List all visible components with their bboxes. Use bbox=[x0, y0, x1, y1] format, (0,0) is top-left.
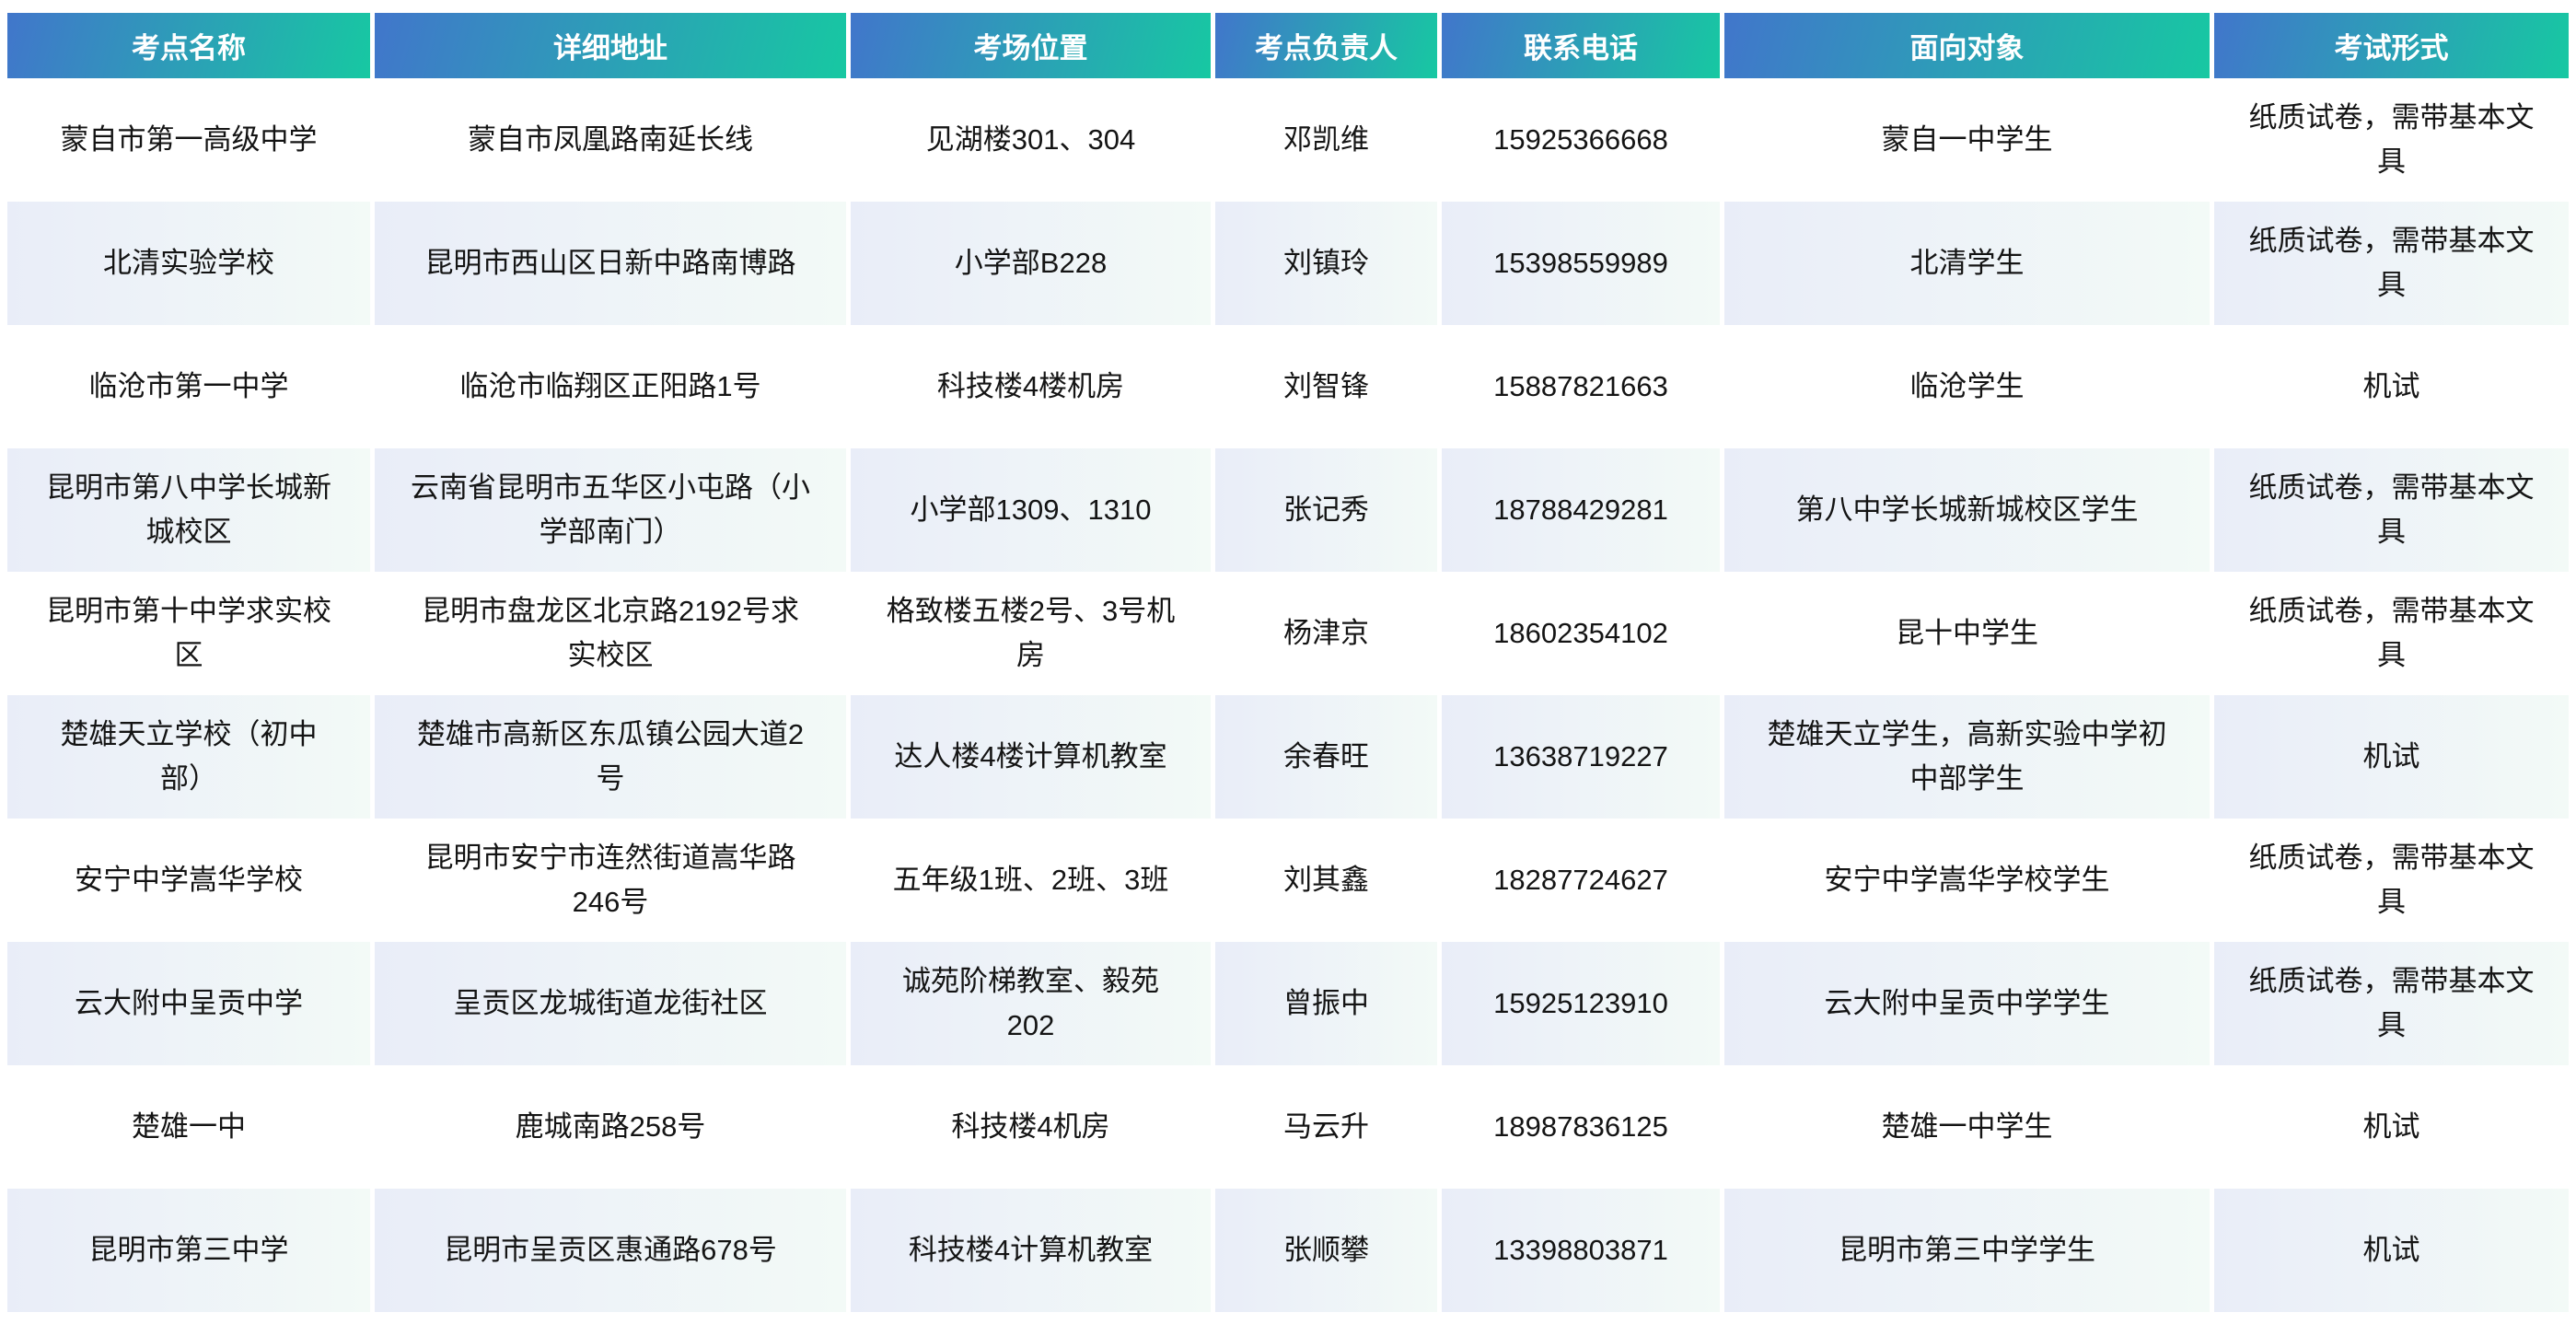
cell-address: 昆明市西山区日新中路南博路 bbox=[375, 202, 846, 325]
cell-room-location: 见湖楼301、304 bbox=[851, 78, 1211, 202]
cell-site-name: 楚雄一中 bbox=[7, 1065, 370, 1189]
cell-audience: 昆十中学生 bbox=[1724, 572, 2210, 695]
cell-audience: 临沧学生 bbox=[1724, 325, 2210, 448]
cell-address: 临沧市临翔区正阳路1号 bbox=[375, 325, 846, 448]
cell-audience: 北清学生 bbox=[1724, 202, 2210, 325]
cell-phone: 15398559989 bbox=[1442, 202, 1720, 325]
cell-person-in-charge: 杨津京 bbox=[1215, 572, 1437, 695]
cell-exam-format: 纸质试卷，需带基本文具 bbox=[2214, 819, 2569, 942]
cell-room-location: 小学部B228 bbox=[851, 202, 1211, 325]
cell-audience: 楚雄一中学生 bbox=[1724, 1065, 2210, 1189]
cell-address: 昆明市呈贡区惠通路678号 bbox=[375, 1189, 846, 1312]
cell-room-location: 格致楼五楼2号、3号机房 bbox=[851, 572, 1211, 695]
table-row: 安宁中学嵩华学校 昆明市安宁市连然街道嵩华路246号 五年级1班、2班、3班 刘… bbox=[7, 819, 2569, 942]
column-header-phone: 联系电话 bbox=[1442, 13, 1720, 78]
cell-person-in-charge: 邓凯维 bbox=[1215, 78, 1437, 202]
cell-phone: 18788429281 bbox=[1442, 448, 1720, 572]
table-row: 楚雄天立学校（初中部） 楚雄市高新区东瓜镇公园大道2号 达人楼4楼计算机教室 余… bbox=[7, 695, 2569, 819]
cell-site-name: 昆明市第八中学长城新城校区 bbox=[7, 448, 370, 572]
column-header-audience: 面向对象 bbox=[1724, 13, 2210, 78]
cell-site-name: 昆明市第三中学 bbox=[7, 1189, 370, 1312]
table-row: 昆明市第八中学长城新城校区 云南省昆明市五华区小屯路（小学部南门） 小学部130… bbox=[7, 448, 2569, 572]
cell-phone: 13398803871 bbox=[1442, 1189, 1720, 1312]
table-header: 考点名称 详细地址 考场位置 考点负责人 联系电话 面向对象 考试形式 bbox=[7, 13, 2569, 78]
cell-person-in-charge: 马云升 bbox=[1215, 1065, 1437, 1189]
cell-person-in-charge: 刘镇玲 bbox=[1215, 202, 1437, 325]
cell-exam-format: 机试 bbox=[2214, 1189, 2569, 1312]
cell-address: 昆明市安宁市连然街道嵩华路246号 bbox=[375, 819, 846, 942]
cell-person-in-charge: 余春旺 bbox=[1215, 695, 1437, 819]
cell-address: 呈贡区龙城街道龙街社区 bbox=[375, 942, 846, 1065]
cell-exam-format: 纸质试卷，需带基本文具 bbox=[2214, 202, 2569, 325]
cell-site-name: 楚雄天立学校（初中部） bbox=[7, 695, 370, 819]
cell-phone: 13638719227 bbox=[1442, 695, 1720, 819]
cell-room-location: 科技楼4机房 bbox=[851, 1065, 1211, 1189]
table-row: 楚雄一中 鹿城南路258号 科技楼4机房 马云升 18987836125 楚雄一… bbox=[7, 1065, 2569, 1189]
cell-phone: 18602354102 bbox=[1442, 572, 1720, 695]
cell-address: 昆明市盘龙区北京路2192号求实校区 bbox=[375, 572, 846, 695]
cell-exam-format: 纸质试卷，需带基本文具 bbox=[2214, 78, 2569, 202]
cell-site-name: 蒙自市第一高级中学 bbox=[7, 78, 370, 202]
cell-room-location: 科技楼4楼机房 bbox=[851, 325, 1211, 448]
cell-phone: 15925366668 bbox=[1442, 78, 1720, 202]
cell-room-location: 达人楼4楼计算机教室 bbox=[851, 695, 1211, 819]
table-row: 昆明市第三中学 昆明市呈贡区惠通路678号 科技楼4计算机教室 张顺攀 1339… bbox=[7, 1189, 2569, 1312]
cell-address: 鹿城南路258号 bbox=[375, 1065, 846, 1189]
cell-site-name: 昆明市第十中学求实校区 bbox=[7, 572, 370, 695]
column-header-exam-format: 考试形式 bbox=[2214, 13, 2569, 78]
cell-phone: 15887821663 bbox=[1442, 325, 1720, 448]
cell-person-in-charge: 张顺攀 bbox=[1215, 1189, 1437, 1312]
cell-address: 云南省昆明市五华区小屯路（小学部南门） bbox=[375, 448, 846, 572]
cell-exam-format: 纸质试卷，需带基本文具 bbox=[2214, 448, 2569, 572]
cell-person-in-charge: 曾振中 bbox=[1215, 942, 1437, 1065]
cell-room-location: 小学部1309、1310 bbox=[851, 448, 1211, 572]
cell-audience: 第八中学长城新城校区学生 bbox=[1724, 448, 2210, 572]
cell-site-name: 安宁中学嵩华学校 bbox=[7, 819, 370, 942]
cell-site-name: 云大附中呈贡中学 bbox=[7, 942, 370, 1065]
cell-address: 楚雄市高新区东瓜镇公园大道2号 bbox=[375, 695, 846, 819]
cell-site-name: 北清实验学校 bbox=[7, 202, 370, 325]
table-body: 蒙自市第一高级中学 蒙自市凤凰路南延长线 见湖楼301、304 邓凯维 1592… bbox=[7, 78, 2569, 1312]
cell-site-name: 临沧市第一中学 bbox=[7, 325, 370, 448]
table-row: 昆明市第十中学求实校区 昆明市盘龙区北京路2192号求实校区 格致楼五楼2号、3… bbox=[7, 572, 2569, 695]
cell-audience: 云大附中呈贡中学学生 bbox=[1724, 942, 2210, 1065]
column-header-site-name: 考点名称 bbox=[7, 13, 370, 78]
table-row: 北清实验学校 昆明市西山区日新中路南博路 小学部B228 刘镇玲 1539855… bbox=[7, 202, 2569, 325]
cell-room-location: 诚苑阶梯教室、毅苑202 bbox=[851, 942, 1211, 1065]
table-row: 云大附中呈贡中学 呈贡区龙城街道龙街社区 诚苑阶梯教室、毅苑202 曾振中 15… bbox=[7, 942, 2569, 1065]
table-row: 临沧市第一中学 临沧市临翔区正阳路1号 科技楼4楼机房 刘智锋 15887821… bbox=[7, 325, 2569, 448]
cell-person-in-charge: 张记秀 bbox=[1215, 448, 1437, 572]
cell-audience: 昆明市第三中学学生 bbox=[1724, 1189, 2210, 1312]
cell-phone: 18987836125 bbox=[1442, 1065, 1720, 1189]
cell-address: 蒙自市凤凰路南延长线 bbox=[375, 78, 846, 202]
column-header-address: 详细地址 bbox=[375, 13, 846, 78]
header-row: 考点名称 详细地址 考场位置 考点负责人 联系电话 面向对象 考试形式 bbox=[7, 13, 2569, 78]
column-header-room-location: 考场位置 bbox=[851, 13, 1211, 78]
cell-exam-format: 机试 bbox=[2214, 695, 2569, 819]
exam-sites-table: 考点名称 详细地址 考场位置 考点负责人 联系电话 面向对象 考试形式 蒙自市第… bbox=[3, 13, 2573, 1312]
cell-audience: 安宁中学嵩华学校学生 bbox=[1724, 819, 2210, 942]
column-header-person-in-charge: 考点负责人 bbox=[1215, 13, 1437, 78]
cell-person-in-charge: 刘其鑫 bbox=[1215, 819, 1437, 942]
cell-exam-format: 纸质试卷，需带基本文具 bbox=[2214, 942, 2569, 1065]
table-row: 蒙自市第一高级中学 蒙自市凤凰路南延长线 见湖楼301、304 邓凯维 1592… bbox=[7, 78, 2569, 202]
cell-room-location: 科技楼4计算机教室 bbox=[851, 1189, 1211, 1312]
cell-person-in-charge: 刘智锋 bbox=[1215, 325, 1437, 448]
cell-phone: 18287724627 bbox=[1442, 819, 1720, 942]
cell-phone: 15925123910 bbox=[1442, 942, 1720, 1065]
cell-exam-format: 纸质试卷，需带基本文具 bbox=[2214, 572, 2569, 695]
cell-exam-format: 机试 bbox=[2214, 325, 2569, 448]
cell-room-location: 五年级1班、2班、3班 bbox=[851, 819, 1211, 942]
cell-exam-format: 机试 bbox=[2214, 1065, 2569, 1189]
cell-audience: 蒙自一中学生 bbox=[1724, 78, 2210, 202]
cell-audience: 楚雄天立学生，高新实验中学初中部学生 bbox=[1724, 695, 2210, 819]
